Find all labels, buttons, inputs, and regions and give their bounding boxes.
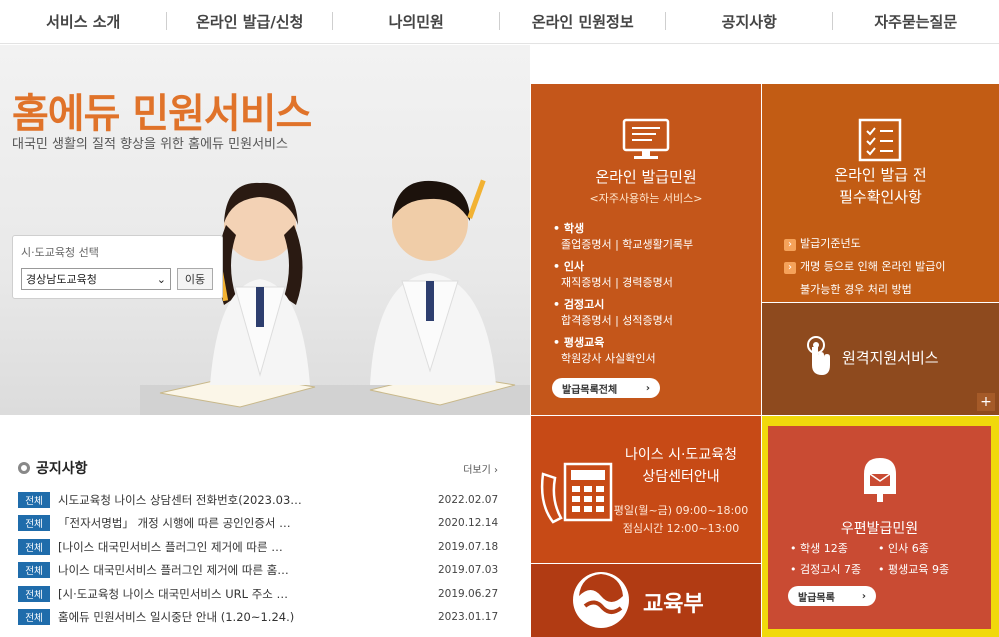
notice-heading: 공지사항 (18, 458, 88, 478)
category-items[interactable]: 합격증명서 | 성적증명서 (553, 313, 693, 329)
notice-board: 공지사항 더보기 › 전체 시도교육청 나이스 상담센터 전화번호(2023.0… (18, 458, 498, 629)
category-badge: 전체 (18, 562, 50, 579)
postal-list-label: 발급목록 (798, 592, 835, 604)
notice-date: 2023.01.17 (438, 611, 499, 624)
count-item: 학생 12종 (790, 538, 878, 559)
arrow-right-icon: › (645, 382, 650, 394)
hero-banner: 홈에듀 민원서비스 대국민 생활의 질적 향상을 위한 홈에듀 민원서비스 시·… (0, 45, 530, 415)
notice-row[interactable]: 전체 나이스 대국민서비스 플러그인 제거에 따른 홈… 2019.07.03 (18, 559, 498, 583)
nav-my-requests[interactable]: 나의민원 (333, 0, 500, 43)
notice-row[interactable]: 전체 [시·도교육청 나이스 대국민서비스 URL 주소 … 2019.06.2… (18, 582, 498, 606)
postal-list-button[interactable]: 발급목록 › (788, 586, 876, 606)
category-items[interactable]: 졸업증명서 | 학교생활기록부 (553, 237, 693, 253)
tile-postal-title: 우편발급민원 (840, 521, 919, 537)
category-badge: 전체 (18, 491, 50, 508)
notice-more-link[interactable]: 더보기 › (463, 461, 498, 476)
title-line: 온라인 발급 전 (834, 166, 927, 184)
region-selected-value: 경상남도교육청 (26, 273, 97, 286)
tile-online-subtitle: <자주사용하는 서비스> (589, 192, 703, 205)
moe-logo-icon (573, 572, 629, 628)
tile-precheck[interactable]: 온라인 발급 전 필수확인사항 발급기준년도 개명 등으로 인해 온라인 발급이… (762, 84, 999, 302)
online-categories: 학생졸업증명서 | 학교생활기록부 인사재직증명서 | 경력증명서 검정고시합격… (553, 221, 693, 373)
tile-moe[interactable]: 교육부 (531, 564, 761, 637)
region-select[interactable]: 경상남도교육청 ⌄ (21, 268, 171, 290)
more-label: 더보기 (463, 464, 491, 476)
hours-line: 평일(월~금) 09:00~18:00 (613, 504, 749, 517)
tile-postal-issue[interactable]: 우편발급민원 학생 12종 인사 6종 검정고시 7종 평생교육 9종 발급목록… (762, 416, 999, 637)
all-issue-list-label: 발급목록전체 (562, 384, 618, 396)
notice-row[interactable]: 전체 시도교육청 나이스 상담센터 전화번호(2023.03… 2022.02.… (18, 488, 498, 512)
tile-remote-support[interactable]: 원격지원서비스 + (762, 303, 999, 415)
hero-title: 홈에듀 민원서비스 (12, 91, 312, 137)
nav-online-issue[interactable]: 온라인 발급/신청 (167, 0, 334, 43)
notice-date: 2020.12.14 (438, 517, 499, 530)
circle-bullet-icon (18, 462, 30, 474)
mailbox-icon (864, 458, 896, 502)
count-item: 검정고시 7종 (790, 559, 878, 580)
nav-notices[interactable]: 공지사항 (666, 0, 833, 43)
notice-date: 2019.07.18 (438, 540, 499, 553)
hours-line: 점심시간 12:00~13:00 (622, 522, 740, 535)
postal-tile-inner: 우편발급민원 학생 12종 인사 6종 검정고시 7종 평생교육 9종 발급목록… (768, 426, 991, 629)
tile-remote-title: 원격지원서비스 (842, 349, 939, 367)
category-items[interactable]: 재직증명서 | 경력증명서 (553, 275, 693, 291)
category-name: 학생 (553, 221, 693, 237)
nav-online-info[interactable]: 온라인 민원정보 (500, 0, 667, 43)
category-badge: 전체 (18, 538, 50, 555)
tile-consult-center[interactable]: 나이스 시·도교육청 상담센터안내 평일(월~금) 09:00~18:00 점심… (531, 416, 761, 563)
region-selector: 시·도교육청 선택 경상남도교육청 ⌄ 이동 (12, 235, 223, 299)
chevron-down-icon: ⌄ (156, 272, 166, 286)
tile-moe-title: 교육부 (643, 592, 704, 617)
category-badge: 전체 (18, 609, 50, 626)
category-badge: 전체 (18, 515, 50, 532)
note-item-continued[interactable]: 불가능한 경우 처리 방법 (784, 278, 994, 301)
title-line: 나이스 시·도교육청 (625, 447, 737, 463)
arrow-right-icon: › (490, 464, 498, 476)
notice-row[interactable]: 전체 [나이스 대국민서비스 플러그인 제거에 따른 … 2019.07.18 (18, 535, 498, 559)
category-name: 평생교육 (553, 335, 693, 351)
notice-link[interactable]: 나이스 대국민서비스 플러그인 제거에 따른 홈… (58, 562, 438, 578)
region-label: 시·도교육청 선택 (21, 246, 99, 259)
tile-consult-title: 나이스 시·도교육청 상담센터안내 (601, 444, 761, 488)
notice-list: 전체 시도교육청 나이스 상담센터 전화번호(2023.03… 2022.02.… (18, 488, 498, 629)
notice-link[interactable]: 홈에듀 민원서비스 일시중단 안내 (1.20~1.24.) (58, 609, 438, 625)
count-item: 인사 6종 (878, 538, 988, 559)
touch-icon (807, 336, 830, 375)
notice-row[interactable]: 전체 홈에듀 민원서비스 일시중단 안내 (1.20~1.24.) 2023.0… (18, 606, 498, 630)
precheck-notes: 발급기준년도 개명 등으로 인해 온라인 발급이 불가능한 경우 처리 방법 (784, 232, 994, 301)
checklist-icon (858, 118, 902, 162)
hero-subtitle: 대국민 생활의 질적 향상을 위한 홈에듀 민원서비스 (12, 137, 288, 152)
notice-link[interactable]: [나이스 대국민서비스 플러그인 제거에 따른 … (58, 539, 438, 555)
notice-date: 2022.02.07 (438, 493, 499, 506)
tile-online-title: 온라인 발급민원 (595, 168, 697, 186)
notice-date: 2019.07.03 (438, 564, 499, 577)
notice-row[interactable]: 전체 「전자서명법」 개정 시행에 따른 공인인증서 … 2020.12.14 (18, 512, 498, 536)
count-item: 평생교육 9종 (878, 559, 988, 580)
notice-title: 공지사항 (36, 461, 88, 477)
monitor-icon (622, 118, 670, 159)
all-issue-list-button[interactable]: 발급목록전체 › (552, 378, 660, 398)
notice-link[interactable]: 「전자서명법」 개정 시행에 따른 공인인증서 … (58, 515, 438, 531)
category-name: 검정고시 (553, 297, 693, 313)
notice-link[interactable]: [시·도교육청 나이스 대국민서비스 URL 주소 … (58, 586, 438, 602)
plus-icon[interactable]: + (977, 393, 995, 411)
postal-counts: 학생 12종 인사 6종 검정고시 7종 평생교육 9종 (790, 538, 988, 580)
notice-link[interactable]: 시도교육청 나이스 상담센터 전화번호(2023.03… (58, 492, 438, 508)
notice-date: 2019.06.27 (438, 587, 499, 600)
category-badge: 전체 (18, 585, 50, 602)
note-item[interactable]: 발급기준년도 (784, 232, 994, 255)
nav-faq[interactable]: 자주묻는질문 (833, 0, 999, 43)
title-line: 필수확인사항 (839, 188, 922, 206)
note-item[interactable]: 개명 등으로 인해 온라인 발급이 (784, 255, 994, 278)
category-name: 인사 (553, 259, 693, 275)
tile-precheck-title: 온라인 발급 전 필수확인사항 (762, 164, 999, 208)
top-nav: 서비스 소개 온라인 발급/신청 나의민원 온라인 민원정보 공지사항 자주묻는… (0, 0, 999, 44)
nav-service-intro[interactable]: 서비스 소개 (0, 0, 167, 43)
category-items[interactable]: 학원강사 사실확인서 (553, 351, 693, 367)
tile-online-issue[interactable]: 온라인 발급민원 <자주사용하는 서비스> 학생졸업증명서 | 학교생활기록부 … (531, 84, 761, 415)
consult-hours: 평일(월~금) 09:00~18:00 점심시간 12:00~13:00 (601, 502, 761, 538)
region-go-button[interactable]: 이동 (177, 268, 213, 290)
arrow-right-icon: › (861, 590, 866, 602)
title-line: 상담센터안내 (642, 469, 720, 485)
